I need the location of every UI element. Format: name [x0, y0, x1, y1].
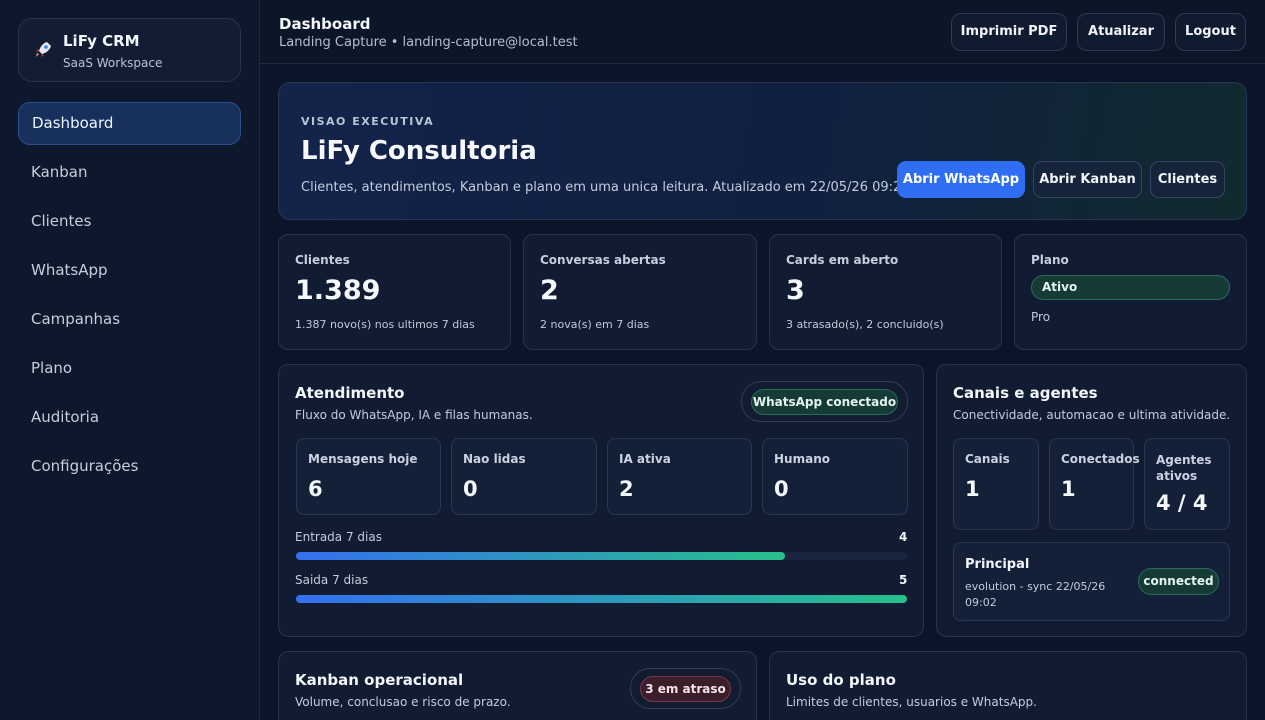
bar-track-saida [296, 595, 907, 603]
brand-subtitle: SaaS Workspace [63, 56, 163, 70]
stat-card-cards[interactable]: Cards em aberto 3 3 atrasado(s), 2 concl… [769, 234, 1002, 350]
metric-humano: Humano 0 [762, 438, 908, 515]
overdue-badge[interactable]: 3 em atraso [640, 676, 731, 702]
stat-value: 1.389 [295, 275, 381, 306]
plan-name: Pro [1031, 310, 1051, 324]
rocket-icon [36, 42, 51, 57]
plan-usage-panel: Uso do plano Limites de clientes, usuari… [769, 651, 1247, 720]
metric-label: Agentes ativos [1156, 453, 1212, 483]
metric-value: 0 [774, 477, 789, 501]
metric-label: IA ativa [619, 452, 671, 466]
panel-subtitle: Fluxo do WhatsApp, IA e filas humanas. [295, 408, 533, 422]
sidebar: LiFy CRM SaaS Workspace Dashboard Kanban… [0, 0, 260, 720]
bar-label-entrada: Entrada 7 dias [295, 530, 382, 544]
whatsapp-connected-badge[interactable]: WhatsApp conectado [751, 389, 898, 415]
channel-status-badge: connected [1138, 568, 1219, 595]
metric-value: 4 / 4 [1156, 491, 1208, 515]
nav-item-dashboard[interactable]: Dashboard [18, 102, 241, 145]
metric-value: 1 [1061, 477, 1076, 501]
canais-panel: Canais e agentes Conectividade, automaca… [936, 364, 1247, 637]
nav-item-whatsapp[interactable]: WhatsApp [18, 249, 241, 292]
stat-card-conversas[interactable]: Conversas abertas 2 2 nova(s) em 7 dias [523, 234, 757, 350]
bar-fill-saida [296, 595, 907, 603]
nav-item-kanban[interactable]: Kanban [18, 151, 241, 194]
whatsapp-status-wrap: WhatsApp conectado [741, 381, 908, 422]
overdue-badge-wrap: 3 em atraso [630, 668, 741, 709]
panel-subtitle: Conectividade, automacao e ultima ativid… [953, 408, 1231, 422]
bar-fill-entrada [296, 552, 785, 560]
metric-nao-lidas: Nao lidas 0 [451, 438, 597, 515]
stat-label: Cards em aberto [786, 253, 899, 267]
metric-ia-ativa: IA ativa 2 [607, 438, 752, 515]
metric-canais: Canais 1 [953, 438, 1039, 530]
executive-hero: VISAO EXECUTIVA LiFy Consultoria Cliente… [278, 82, 1247, 220]
channel-name: Principal [965, 557, 1030, 572]
stat-label: Conversas abertas [540, 253, 666, 267]
metric-conectados: Conectados 1 [1049, 438, 1140, 530]
nav-item-auditoria[interactable]: Auditoria [18, 396, 241, 439]
stat-label: Clientes [295, 253, 350, 267]
bar-track-entrada [296, 552, 907, 560]
brand-title: LiFy CRM [63, 32, 140, 50]
metric-value: 1 [965, 477, 980, 501]
hero-title: LiFy Consultoria [301, 136, 537, 166]
open-whatsapp-button[interactable]: Abrir WhatsApp [897, 161, 1025, 198]
panel-subtitle: Limites de clientes, usuarios e WhatsApp… [786, 695, 1037, 709]
bar-count-saida: 5 [899, 573, 908, 587]
panel-title: Kanban operacional [295, 671, 464, 689]
metric-label: Mensagens hoje [308, 452, 418, 466]
panel-subtitle: Volume, conclusao e risco de prazo. [295, 695, 511, 709]
panel-title: Canais e agentes [953, 384, 1098, 402]
page-title: Dashboard [279, 15, 371, 33]
metric-value: 2 [619, 477, 634, 501]
stat-value: 3 [786, 275, 805, 306]
bar-count-entrada: 4 [899, 530, 908, 544]
nav-item-campanhas[interactable]: Campanhas [18, 298, 241, 341]
hero-description: Clientes, atendimentos, Kanban e plano e… [301, 180, 914, 195]
logout-button[interactable]: Logout [1175, 13, 1246, 51]
brand-block[interactable]: LiFy CRM SaaS Workspace [18, 18, 241, 82]
stat-card-clientes[interactable]: Clientes 1.389 1.387 novo(s) nos ultimos… [278, 234, 511, 350]
refresh-button[interactable]: Atualizar [1077, 13, 1165, 51]
top-header: Dashboard Landing Capture • landing-capt… [260, 0, 1265, 64]
stat-value: 2 [540, 275, 559, 306]
nav-item-configuracoes[interactable]: Configurações [18, 445, 241, 488]
metric-label: Nao lidas [463, 452, 526, 466]
clients-button[interactable]: Clientes [1150, 161, 1225, 198]
metric-mensagens-hoje: Mensagens hoje 6 [296, 438, 441, 515]
hero-kicker: VISAO EXECUTIVA [301, 115, 435, 128]
nav-item-plano[interactable]: Plano [18, 347, 241, 390]
channel-item-principal[interactable]: Principal evolution - sync 22/05/26 09:0… [953, 542, 1230, 621]
plan-status-badge: Ativo [1031, 275, 1230, 300]
metric-label: Humano [774, 452, 830, 466]
account-info: Landing Capture • landing-capture@local.… [279, 35, 578, 50]
stat-sub: 2 nova(s) em 7 dias [540, 318, 650, 331]
print-pdf-button[interactable]: Imprimir PDF [951, 13, 1067, 51]
nav-item-clientes[interactable]: Clientes [18, 200, 241, 243]
stat-sub: 1.387 novo(s) nos ultimos 7 dias [295, 318, 475, 331]
metric-label: Canais [965, 452, 1010, 466]
panel-title: Uso do plano [786, 671, 896, 689]
metric-value: 0 [463, 477, 478, 501]
metric-value: 6 [308, 477, 323, 501]
channel-detail: evolution - sync 22/05/26 09:02 [965, 580, 1106, 609]
panel-title: Atendimento [295, 384, 405, 402]
stat-card-plano[interactable]: Plano Ativo Pro [1014, 234, 1247, 350]
open-kanban-button[interactable]: Abrir Kanban [1033, 161, 1142, 198]
kanban-panel: Kanban operacional Volume, conclusao e r… [278, 651, 757, 720]
stat-sub: 3 atrasado(s), 2 concluido(s) [786, 318, 944, 331]
metric-agentes-ativos: Agentes ativos 4 / 4 [1144, 438, 1230, 530]
stat-label: Plano [1031, 253, 1069, 267]
metric-label: Conectados [1061, 452, 1140, 466]
bar-label-saida: Saida 7 dias [295, 573, 369, 587]
